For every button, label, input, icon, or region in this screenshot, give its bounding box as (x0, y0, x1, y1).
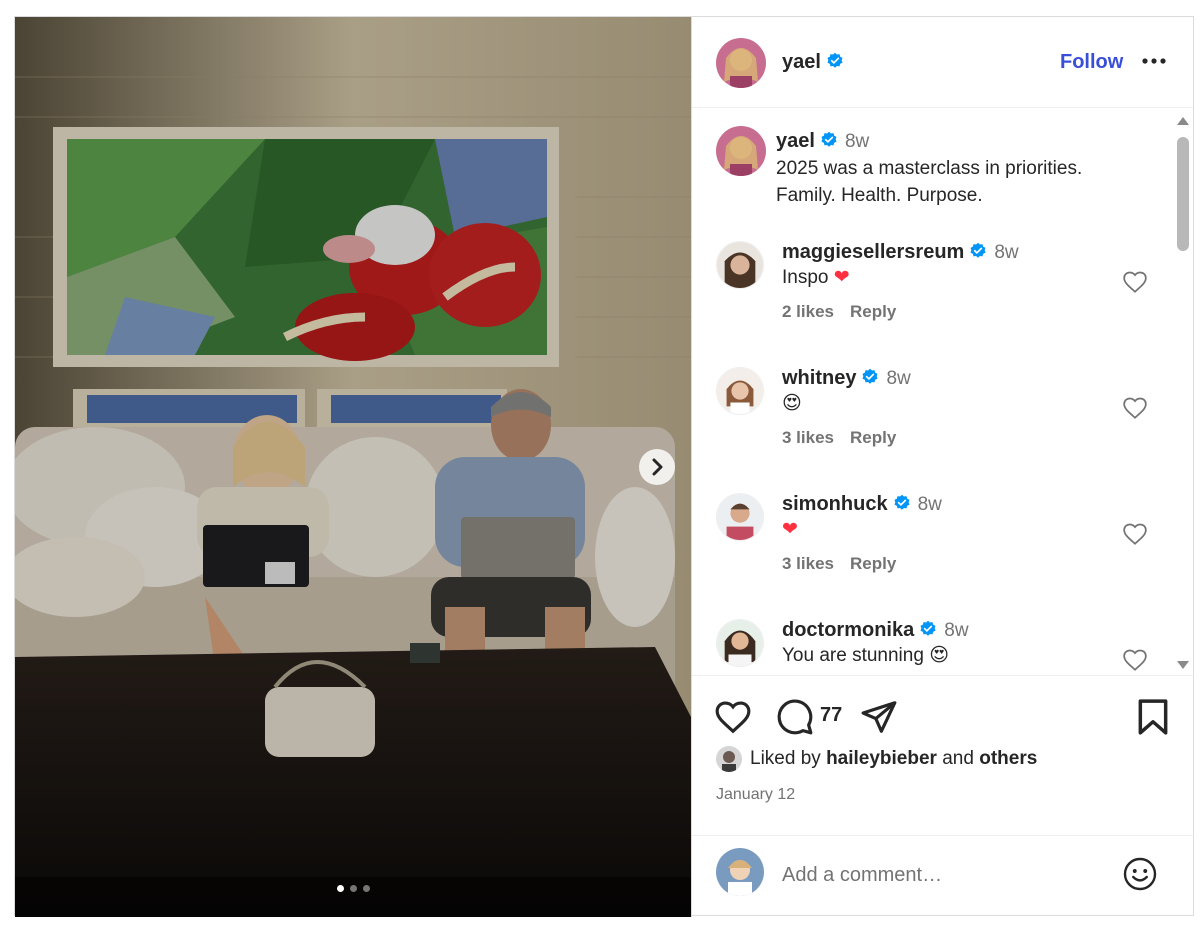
author-username[interactable]: yael (782, 51, 821, 73)
heart-emoji: ❤ (833, 267, 850, 288)
post-side-panel: yael Follow yael 8w 2025 was a masterclas… (691, 17, 1194, 917)
heart-eyes-emoji: 😍 (929, 645, 950, 666)
caption-author-avatar[interactable] (716, 126, 766, 176)
scrollbar-thumb[interactable] (1177, 137, 1189, 251)
comment-likes[interactable]: 3 likes (782, 554, 834, 573)
caption-text-block: yael 8w 2025 was a masterclass in priorit… (776, 128, 1136, 209)
liked-by-row: Liked by haileybieber and others (716, 746, 1037, 772)
comment-count: 77 (820, 704, 843, 726)
post-photo (15, 17, 691, 917)
verified-badge-icon (920, 620, 936, 636)
like-heart-icon[interactable] (714, 698, 752, 736)
post-date[interactable]: January 12 (716, 786, 795, 804)
comment-body: doctormonika 8w You are stunning 😍 (782, 619, 969, 670)
scroll-down-arrow-icon[interactable] (1176, 659, 1190, 671)
emoji-picker-icon[interactable] (1122, 856, 1158, 892)
carousel-dot[interactable] (349, 885, 357, 892)
verified-badge-icon (970, 242, 986, 258)
post-media (15, 17, 691, 917)
comment-time[interactable]: 8w (918, 494, 942, 515)
liked-by-prefix: Liked by (750, 748, 821, 769)
comment-text: ❤ (782, 516, 942, 544)
carousel-next-button[interactable] (639, 449, 675, 485)
commenter-avatar[interactable] (716, 241, 764, 289)
comment-like-heart-icon[interactable] (1122, 521, 1148, 547)
caption-time[interactable]: 8w (845, 131, 869, 152)
chevron-right-icon (652, 458, 663, 476)
comment-text: 😍 (782, 390, 912, 418)
comment-meta: 2 likes Reply (782, 302, 1019, 322)
heart-emoji: ❤ (782, 519, 798, 540)
comment-like-heart-icon[interactable] (1122, 269, 1148, 295)
comment-username[interactable]: simonhuck (782, 493, 888, 515)
heart-eyes-emoji: 😍 (782, 393, 802, 414)
post-container: yael Follow yael 8w 2025 was a masterclas… (14, 16, 1194, 917)
caption-line: 2025 was a masterclass in priorities. (776, 158, 1083, 179)
commenter-avatar[interactable] (716, 493, 764, 541)
comment-text-content: You are stunning (782, 645, 924, 666)
comment-time[interactable]: 8w (886, 368, 910, 389)
comments-list: yael 8w 2025 was a masterclass in priorit… (692, 109, 1194, 675)
comment-like-heart-icon[interactable] (1122, 395, 1148, 421)
comment-username[interactable]: doctormonika (782, 619, 914, 641)
comment-body: whitney 8w 😍 3 likes Reply (782, 367, 912, 448)
comment-item: whitney 8w 😍 3 likes Reply (716, 367, 1156, 477)
commenter-avatar[interactable] (716, 367, 764, 415)
save-bookmark-icon[interactable] (1136, 698, 1170, 736)
scroll-up-arrow-icon[interactable] (1176, 115, 1190, 127)
comment-body: maggiesellersreum 8w Inspo ❤ 2 likes Reply (782, 241, 1019, 322)
comment-bubble-icon[interactable] (776, 698, 814, 736)
liked-by-user[interactable]: haileybieber (826, 748, 937, 770)
more-options-icon[interactable] (1140, 51, 1168, 71)
add-comment-bar (692, 835, 1194, 917)
follow-button[interactable]: Follow (1060, 51, 1123, 74)
comment-username[interactable]: maggiesellersreum (782, 241, 964, 263)
verified-badge-icon (821, 131, 837, 147)
comment-text: You are stunning 😍 (782, 642, 969, 670)
verified-badge-icon (862, 368, 878, 384)
author-avatar[interactable] (716, 38, 766, 88)
comment-time[interactable]: 8w (994, 242, 1018, 263)
comment-item: maggiesellersreum 8w Inspo ❤ 2 likes Reply (716, 241, 1156, 351)
current-user-avatar[interactable] (716, 848, 764, 896)
carousel-dot[interactable] (362, 885, 370, 892)
post-header: yael Follow (692, 17, 1193, 108)
comment-body: simonhuck 8w ❤ 3 likes Reply (782, 493, 942, 574)
comment-meta: 3 likes Reply (782, 554, 942, 574)
reply-button[interactable]: Reply (850, 302, 896, 321)
carousel-indicator (15, 885, 691, 892)
liked-by-and: and (942, 748, 974, 769)
commenter-avatar[interactable] (716, 619, 764, 667)
comment-text: Inspo ❤ (782, 264, 1019, 292)
liked-by-others[interactable]: others (979, 748, 1037, 770)
add-comment-input[interactable] (782, 860, 1082, 890)
comment-like-heart-icon[interactable] (1122, 647, 1148, 673)
reply-button[interactable]: Reply (850, 428, 896, 447)
comment-item: simonhuck 8w ❤ 3 likes Reply (716, 493, 1156, 603)
comment-item: doctormonika 8w You are stunning 😍 (716, 619, 1156, 675)
comment-text-content: Inspo (782, 267, 829, 288)
author-name-row: yael (782, 51, 844, 74)
post-actions: 77 Liked by haileybieber and others Janu… (692, 675, 1194, 835)
share-paper-plane-icon[interactable] (860, 698, 898, 736)
reply-button[interactable]: Reply (850, 554, 896, 573)
comment-time[interactable]: 8w (944, 620, 968, 641)
comment-likes[interactable]: 2 likes (782, 302, 834, 321)
verified-badge-icon (894, 494, 910, 510)
carousel-dot-active[interactable] (336, 885, 344, 892)
liker-avatar[interactable] (716, 746, 742, 772)
caption-line: Family. Health. Purpose. (776, 185, 983, 206)
comment-username[interactable]: whitney (782, 367, 856, 389)
comments-scrollbar[interactable] (1172, 109, 1190, 675)
comment-likes[interactable]: 3 likes (782, 428, 834, 447)
comment-meta: 3 likes Reply (782, 428, 912, 448)
verified-badge-icon (827, 52, 843, 68)
caption-username[interactable]: yael (776, 130, 815, 152)
